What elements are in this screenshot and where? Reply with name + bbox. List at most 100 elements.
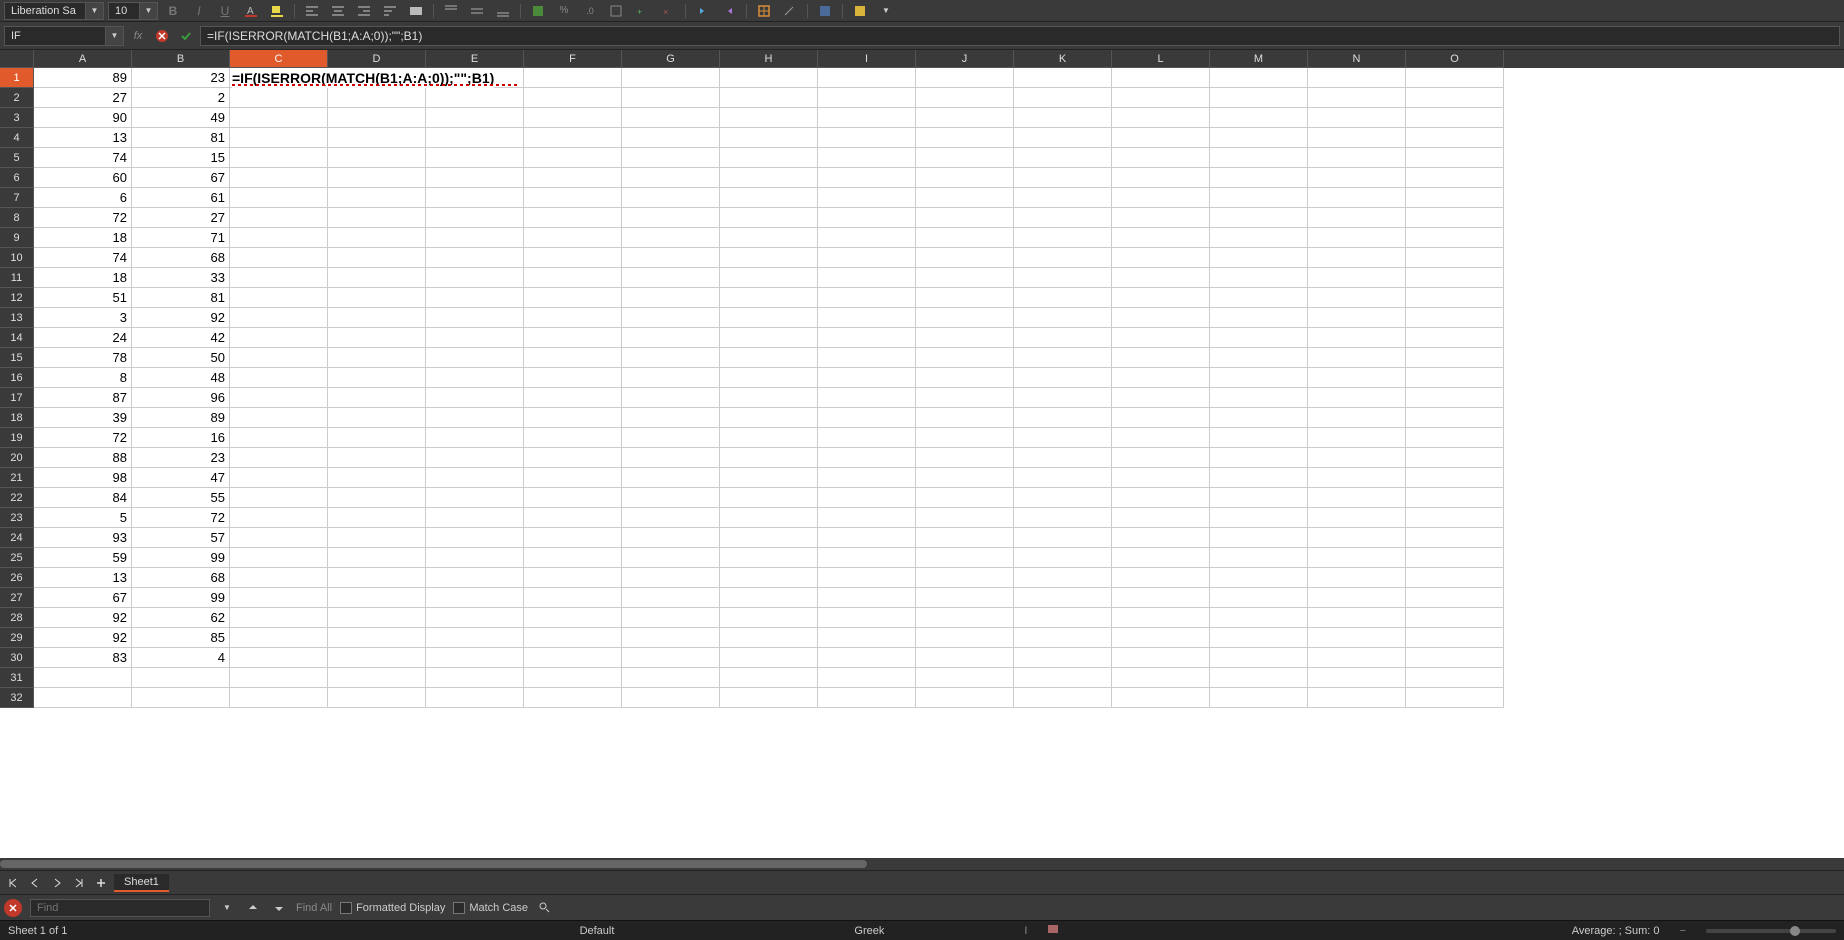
- cell[interactable]: [524, 588, 622, 608]
- cell[interactable]: [426, 428, 524, 448]
- cell[interactable]: 92: [132, 308, 230, 328]
- cell[interactable]: [622, 688, 720, 708]
- cell[interactable]: [426, 108, 524, 128]
- cell[interactable]: [622, 328, 720, 348]
- cell[interactable]: [720, 488, 818, 508]
- cell[interactable]: [524, 468, 622, 488]
- cell[interactable]: [1112, 608, 1210, 628]
- cell[interactable]: [524, 308, 622, 328]
- insert-mode-icon[interactable]: I: [1024, 925, 1027, 937]
- cell[interactable]: [328, 668, 426, 688]
- cell[interactable]: [1112, 88, 1210, 108]
- column-header[interactable]: C: [230, 50, 328, 68]
- wrap-text-button[interactable]: [379, 2, 401, 20]
- cell[interactable]: [1308, 68, 1406, 88]
- row-header[interactable]: 18: [0, 408, 34, 428]
- cell[interactable]: [720, 328, 818, 348]
- zoom-out-icon[interactable]: −: [1680, 925, 1686, 937]
- cell[interactable]: [34, 688, 132, 708]
- cell[interactable]: [720, 428, 818, 448]
- cell[interactable]: [916, 408, 1014, 428]
- cell[interactable]: [1308, 448, 1406, 468]
- cell[interactable]: [720, 528, 818, 548]
- cell[interactable]: =IF(ISERROR(MATCH(B1;A:A;0));"";B1): [230, 68, 328, 88]
- cell[interactable]: [916, 548, 1014, 568]
- cell[interactable]: [524, 328, 622, 348]
- cell[interactable]: [1308, 528, 1406, 548]
- cell[interactable]: 4: [132, 648, 230, 668]
- cell[interactable]: [1112, 328, 1210, 348]
- border-style-button[interactable]: [779, 2, 801, 20]
- cell[interactable]: [328, 388, 426, 408]
- first-sheet-button[interactable]: [4, 874, 22, 892]
- row-header[interactable]: 31: [0, 668, 34, 688]
- underline-button[interactable]: U: [214, 2, 236, 20]
- cell[interactable]: [622, 548, 720, 568]
- match-case-checkbox[interactable]: Match Case: [453, 902, 528, 914]
- cell[interactable]: [328, 688, 426, 708]
- cell[interactable]: [1308, 108, 1406, 128]
- cell[interactable]: [230, 288, 328, 308]
- cell[interactable]: 93: [34, 528, 132, 548]
- cell[interactable]: 62: [132, 608, 230, 628]
- cell[interactable]: [916, 688, 1014, 708]
- cell[interactable]: [1210, 508, 1308, 528]
- cell[interactable]: [230, 608, 328, 628]
- cell[interactable]: [720, 208, 818, 228]
- cell[interactable]: [1210, 568, 1308, 588]
- row-header[interactable]: 13: [0, 308, 34, 328]
- cell[interactable]: [720, 368, 818, 388]
- percent-button[interactable]: %: [553, 2, 575, 20]
- cell[interactable]: [818, 88, 916, 108]
- cell[interactable]: 51: [34, 288, 132, 308]
- cell[interactable]: 74: [34, 148, 132, 168]
- cell[interactable]: [328, 148, 426, 168]
- cell[interactable]: [1210, 428, 1308, 448]
- cell[interactable]: [622, 588, 720, 608]
- cell[interactable]: [524, 428, 622, 448]
- cell[interactable]: [916, 148, 1014, 168]
- cell[interactable]: [524, 88, 622, 108]
- cell[interactable]: [720, 648, 818, 668]
- cell[interactable]: 61: [132, 188, 230, 208]
- highlight-color-button[interactable]: [266, 2, 288, 20]
- cell[interactable]: [720, 568, 818, 588]
- cell[interactable]: [34, 668, 132, 688]
- cell[interactable]: [230, 188, 328, 208]
- cell[interactable]: [916, 88, 1014, 108]
- cell[interactable]: [622, 168, 720, 188]
- cell[interactable]: [916, 668, 1014, 688]
- row-header[interactable]: 6: [0, 168, 34, 188]
- row-header[interactable]: 7: [0, 188, 34, 208]
- currency-button[interactable]: [527, 2, 549, 20]
- row-header[interactable]: 8: [0, 208, 34, 228]
- cell[interactable]: 88: [34, 448, 132, 468]
- cell[interactable]: [524, 148, 622, 168]
- cell[interactable]: [818, 528, 916, 548]
- cell[interactable]: [1308, 628, 1406, 648]
- cell[interactable]: [1308, 508, 1406, 528]
- cell[interactable]: [426, 408, 524, 428]
- cell[interactable]: [524, 448, 622, 468]
- cell[interactable]: [426, 688, 524, 708]
- cell[interactable]: [1406, 408, 1504, 428]
- cell[interactable]: [1210, 168, 1308, 188]
- cell[interactable]: [328, 448, 426, 468]
- align-bottom-button[interactable]: [492, 2, 514, 20]
- cell[interactable]: [622, 208, 720, 228]
- scrollbar-thumb[interactable]: [0, 860, 867, 868]
- cell[interactable]: [230, 428, 328, 448]
- cell[interactable]: [328, 328, 426, 348]
- cell[interactable]: [1014, 628, 1112, 648]
- cell[interactable]: [1112, 668, 1210, 688]
- cell[interactable]: [328, 248, 426, 268]
- cell[interactable]: [230, 668, 328, 688]
- cell[interactable]: [230, 388, 328, 408]
- cell[interactable]: [1210, 608, 1308, 628]
- cell[interactable]: [230, 268, 328, 288]
- cell[interactable]: 24: [34, 328, 132, 348]
- cell[interactable]: [1308, 128, 1406, 148]
- cell[interactable]: [818, 288, 916, 308]
- cell[interactable]: [1406, 228, 1504, 248]
- cell[interactable]: [524, 388, 622, 408]
